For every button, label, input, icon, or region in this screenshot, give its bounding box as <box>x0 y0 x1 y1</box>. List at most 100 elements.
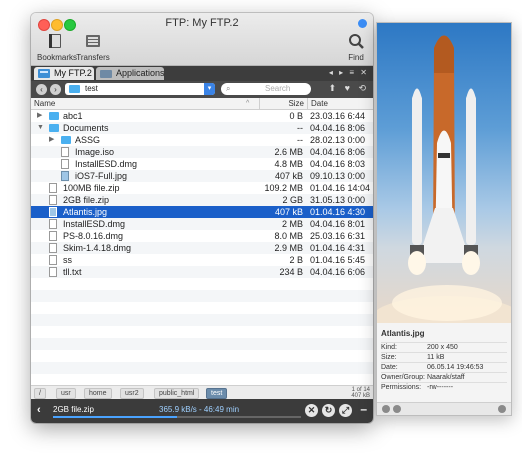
folder-icon <box>61 136 71 144</box>
file-name: InstallESD.dmg <box>75 159 138 169</box>
property-row: Date: 06.05.14 19:46:53 <box>381 362 507 372</box>
property-label: Date: <box>381 364 398 371</box>
chevron-left-icon[interactable]: ‹ <box>37 404 41 416</box>
window-title: FTP: My FTP.2 <box>165 17 239 29</box>
document-icon <box>49 195 57 205</box>
breadcrumb-item[interactable]: test <box>206 388 228 399</box>
search-placeholder: Search <box>265 84 291 93</box>
file-list: ▶ abc1 0 B 23.03.16 6:44 ▼ Documents -- 04.04.1… <box>31 110 373 385</box>
file-row[interactable]: PS-8.0.16.dmg 8.0 MB 25.03.16 6:31 <box>31 230 373 242</box>
file-row[interactable]: 2GB file.zip 2 GB 31.05.13 0:00 <box>31 194 373 206</box>
size-column-header[interactable]: Size <box>259 98 304 109</box>
file-size: 407 kB <box>274 171 303 181</box>
file-row[interactable]: tll.txt 234 B 04.04.16 6:06 <box>31 266 373 278</box>
file-size: 2.9 MB <box>274 243 303 253</box>
breadcrumb-item[interactable]: usr <box>56 388 76 399</box>
expand-transfer-icon[interactable]: ⤢ <box>339 404 352 417</box>
path-popup[interactable]: test ▾ <box>65 83 215 95</box>
disclosure-open-icon[interactable]: ▼ <box>37 122 44 134</box>
forward-button[interactable]: › <box>50 84 61 95</box>
document-icon <box>49 183 57 193</box>
title-bar: FTP: My FTP.2 Bookmarks Transfers Find <box>31 13 373 66</box>
file-row[interactable]: 100MB file.zip 109.2 MB 01.04.16 14:04 <box>31 182 373 194</box>
file-name: PS-8.0.16.dmg <box>63 231 124 241</box>
back-button[interactable]: ‹ <box>36 84 47 95</box>
file-date: 01.04.16 4:30 <box>310 207 366 217</box>
file-date: 04.04.16 8:01 <box>310 219 366 229</box>
path-label: test <box>85 84 98 93</box>
nav-action-icons[interactable]: ⬆ ♥ ⟲ <box>329 83 369 94</box>
file-date: 25.03.16 6:31 <box>310 231 366 241</box>
document-icon <box>49 255 57 265</box>
preview-footer <box>377 402 511 415</box>
file-date: 04.04.16 6:06 <box>310 267 366 277</box>
file-row[interactable]: ▶ abc1 0 B 23.03.16 6:44 <box>31 110 373 122</box>
tab-my-ftp[interactable]: My FTP.2 <box>34 67 94 80</box>
file-size: -- <box>297 135 303 145</box>
find-label: Find <box>348 53 364 62</box>
file-row[interactable]: Skim-1.4.18.dmg 2.9 MB 01.04.16 4:31 <box>31 242 373 254</box>
find-button[interactable]: Find <box>343 33 369 62</box>
file-size: 2 B <box>289 255 303 265</box>
eye-icon[interactable] <box>393 405 401 413</box>
property-value: 06.05.14 19:46:53 <box>427 364 484 371</box>
property-label: Permissions: <box>381 384 422 391</box>
transfer-bar: ‹ 2GB file.zip 365.9 kB/s - 46:49 min ✕ … <box>31 399 373 423</box>
transfers-icon <box>86 35 100 47</box>
book-icon <box>49 34 61 48</box>
file-date: 01.04.16 4:31 <box>310 243 366 253</box>
file-date: 31.05.13 0:00 <box>310 195 366 205</box>
tab-controls[interactable]: ◂ ▸ ≡ ✕ <box>329 68 369 77</box>
document-icon <box>61 159 69 169</box>
info-icon[interactable] <box>382 405 390 413</box>
chevron-down-icon: ▾ <box>204 83 215 95</box>
breadcrumb-item[interactable]: usr2 <box>120 388 144 399</box>
cancel-transfer-icon[interactable]: ✕ <box>305 404 318 417</box>
breadcrumb-item[interactable]: public_html <box>154 388 200 399</box>
date-column-header[interactable]: Date <box>307 98 328 109</box>
property-row: Kind: 200 x 450 <box>381 342 507 352</box>
file-row[interactable]: InstallESD.dmg 2 MB 04.04.16 8:01 <box>31 218 373 230</box>
file-name: abc1 <box>63 111 83 121</box>
file-date: 23.03.16 6:44 <box>310 111 366 121</box>
settings-icon[interactable] <box>498 405 506 413</box>
file-info: Atlantis.jpg Kind: 200 x 450 Size: 11 kB Dat… <box>381 329 507 392</box>
retry-transfer-icon[interactable]: ↻ <box>322 404 335 417</box>
file-name: Image.iso <box>75 147 115 157</box>
search-field[interactable]: ⌕ Search <box>221 83 311 95</box>
disclosure-closed-icon[interactable]: ▶ <box>49 134 54 146</box>
file-date: 04.04.16 8:03 <box>310 159 366 169</box>
file-row[interactable]: ▼ Documents -- 04.04.16 8:06 <box>31 122 373 134</box>
file-date: 09.10.13 0:00 <box>310 171 366 181</box>
file-name: ss <box>63 255 72 265</box>
file-size: 8.0 MB <box>274 231 303 241</box>
breadcrumb-item[interactable]: / <box>34 388 46 399</box>
file-row[interactable]: Image.iso 2.6 MB 04.04.16 8:06 <box>31 146 373 158</box>
bookmarks-button[interactable]: Bookmarks <box>37 33 77 62</box>
file-row[interactable]: ▶ ASSG -- 28.02.13 0:00 <box>31 134 373 146</box>
tab-bar: My FTP.2 Applications ◂ ▸ ≡ ✕ <box>31 66 373 81</box>
file-size: 0 B <box>289 111 303 121</box>
transfer-file-name: 2GB file.zip <box>53 405 94 414</box>
file-row[interactable]: InstallESD.dmg 4.8 MB 04.04.16 8:03 <box>31 158 373 170</box>
tab-applications[interactable]: Applications <box>96 67 165 80</box>
property-row: Size: 11 kB <box>381 352 507 362</box>
file-size: 2.6 MB <box>274 147 303 157</box>
file-row[interactable]: iOS7-Full.jpg 407 kB 09.10.13 0:00 <box>31 170 373 182</box>
transfer-progress-bar <box>53 416 301 418</box>
file-row[interactable]: Atlantis.jpg 407 kB 01.04.16 4:30 <box>31 206 373 218</box>
transfers-button[interactable]: Transfers <box>75 33 111 62</box>
disclosure-closed-icon[interactable]: ▶ <box>37 110 42 122</box>
server-icon <box>38 69 50 78</box>
file-size: 2 GB <box>282 195 303 205</box>
breadcrumb-item[interactable]: home <box>84 388 112 399</box>
navigation-bar: ‹ › test ▾ ⌕ Search ⬆ ♥ ⟲ <box>31 81 373 98</box>
file-row[interactable]: ss 2 B 01.04.16 5:45 <box>31 254 373 266</box>
property-label: Kind: <box>381 344 397 351</box>
path-bar: 1 of 14 407 kB / usr home usr2 public_html te… <box>31 385 373 399</box>
property-value: -rw------- <box>427 384 454 391</box>
preview-title: Atlantis.jpg <box>381 329 425 338</box>
collapse-transfer-icon[interactable]: – <box>360 402 367 416</box>
property-label: Owner/Group: <box>381 374 425 381</box>
name-column-header[interactable]: Name <box>34 98 55 109</box>
